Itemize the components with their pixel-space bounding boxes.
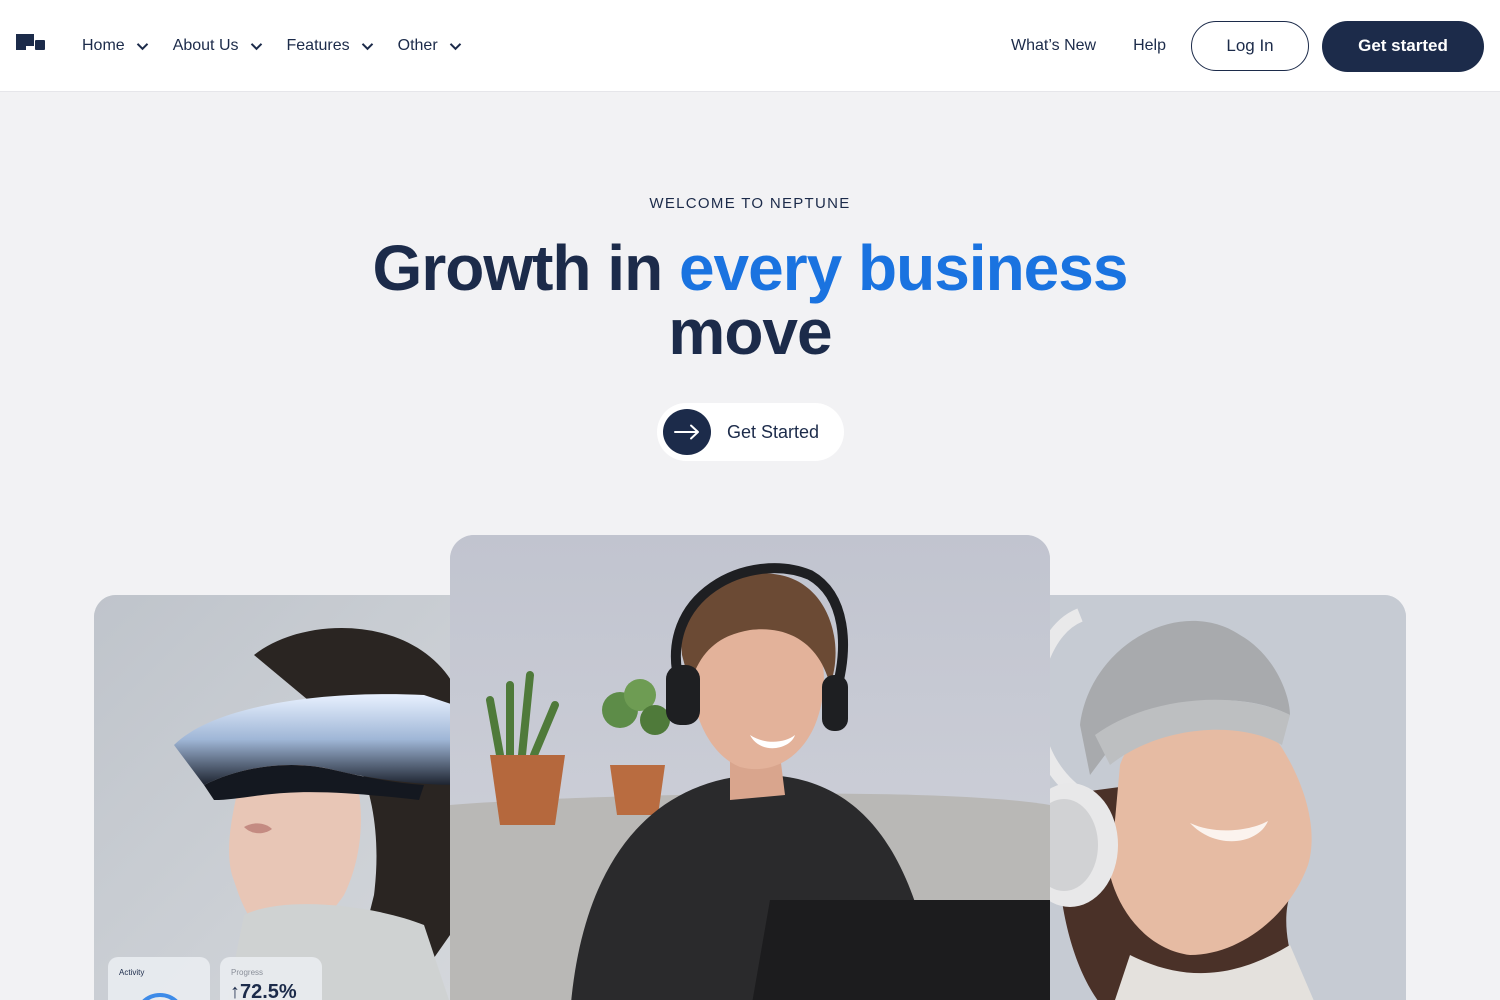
secondary-nav: What’s New Help Log In Get started [1011, 0, 1484, 92]
nav-item-label: Features [286, 37, 350, 54]
primary-nav: Home About Us Features Other [82, 0, 486, 92]
nav-item-home[interactable]: Home [82, 37, 149, 55]
hero-eyebrow: WELCOME TO NEPTUNE [649, 195, 851, 212]
headline-accent-text: every business [678, 232, 1128, 304]
nav-item-label: Home [82, 37, 125, 54]
nav-item-about-us[interactable]: About Us [173, 37, 263, 55]
man-headphones-laptop-photo [450, 535, 1050, 1000]
nav-item-features[interactable]: Features [287, 37, 374, 55]
activity-ring-icon [142, 993, 178, 1000]
progress-title: Progress [231, 968, 264, 977]
help-link[interactable]: Help [1133, 37, 1166, 55]
login-button[interactable]: Log In [1191, 21, 1309, 71]
progress-widget: Progress ↑72.5% [220, 957, 322, 1000]
hero-get-started-button[interactable]: Get Started [657, 403, 844, 461]
chevron-down-icon [136, 42, 148, 50]
neptune-logo-icon[interactable] [16, 34, 46, 54]
activity-widget: Activity [108, 957, 210, 1000]
arrow-right-icon [663, 409, 711, 455]
headline-text: Growth in [372, 232, 679, 304]
chevron-down-icon [250, 42, 262, 50]
whats-new-link[interactable]: What’s New [1011, 37, 1096, 55]
nav-item-label: Other [397, 37, 438, 54]
cta-label: Get Started [727, 421, 820, 442]
progress-value: ↑72.5% [230, 981, 297, 1000]
nav-item-label: About Us [172, 37, 239, 54]
nav-item-other[interactable]: Other [398, 37, 462, 55]
activity-title: Activity [119, 968, 145, 977]
top-navbar: Home About Us Features Other What’s New … [0, 0, 1500, 92]
chevron-down-icon [449, 42, 461, 50]
hero-headline: Growth in every business move [0, 236, 1500, 364]
woman-headphones-beanie-photo [990, 595, 1406, 1000]
headline-text-line2: move [668, 296, 832, 368]
get-started-button[interactable]: Get started [1322, 20, 1484, 72]
chevron-down-icon [361, 42, 373, 50]
